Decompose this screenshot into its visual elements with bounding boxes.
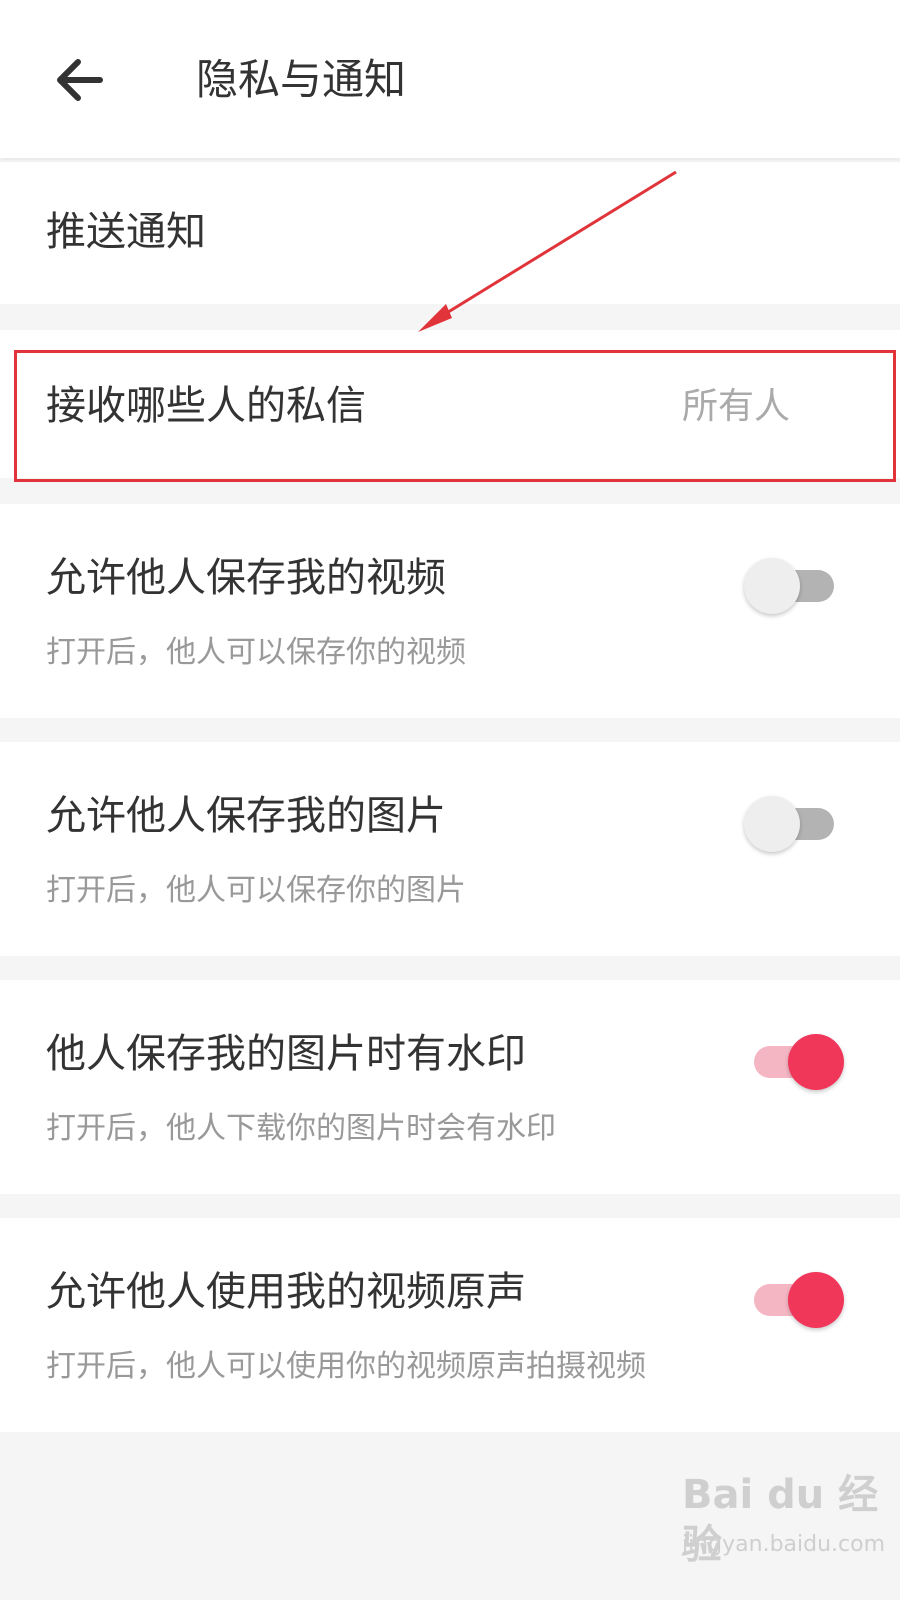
image-watermark-toggle[interactable] — [744, 1032, 844, 1092]
image-watermark-title: 他人保存我的图片时有水印 — [46, 1031, 526, 1077]
save-video-toggle[interactable] — [744, 556, 844, 616]
toggle-knob — [744, 796, 800, 852]
image-watermark-desc: 打开后，他人下载你的图片时会有水印 — [46, 1111, 556, 1146]
back-button[interactable] — [40, 40, 120, 120]
page-title: 隐私与通知 — [196, 55, 407, 104]
watermark-url: jingyan.baidu.com — [682, 1532, 886, 1557]
save-image-setting: 允许他人保存我的图片 打开后，他人可以保存你的图片 — [0, 742, 900, 956]
save-video-setting: 允许他人保存我的视频 打开后，他人可以保存你的视频 — [0, 504, 900, 718]
original-sound-setting: 允许他人使用我的视频原声 打开后，他人可以使用你的视频原声拍摄视频 — [0, 1218, 900, 1432]
push-notifications-label: 推送通知 — [46, 209, 206, 255]
page: 隐私与通知 推送通知 接收哪些人的私信 所有人 允许他人保存我的视频 打开后，他… — [0, 0, 900, 1600]
image-watermark-setting: 他人保存我的图片时有水印 打开后，他人下载你的图片时会有水印 — [0, 980, 900, 1194]
save-image-toggle[interactable] — [744, 794, 844, 854]
original-sound-title: 允许他人使用我的视频原声 — [46, 1269, 526, 1315]
toggle-knob — [788, 1272, 844, 1328]
original-sound-toggle[interactable] — [744, 1270, 844, 1330]
toggle-knob — [788, 1034, 844, 1090]
direct-message-permission-label: 接收哪些人的私信 — [46, 383, 366, 429]
baidu-jingyan-watermark: Bai du 经验 jingyan.baidu.com — [682, 1470, 886, 1580]
save-video-title: 允许他人保存我的视频 — [46, 555, 446, 601]
toggle-knob — [744, 558, 800, 614]
save-image-desc: 打开后，他人可以保存你的图片 — [46, 873, 466, 908]
direct-message-permission-value: 所有人 — [681, 386, 790, 427]
arrow-left-icon — [57, 59, 103, 101]
push-notifications-item[interactable]: 推送通知 — [0, 162, 900, 304]
direct-message-permission-item[interactable]: 接收哪些人的私信 所有人 — [0, 330, 900, 478]
save-video-desc: 打开后，他人可以保存你的视频 — [46, 635, 466, 670]
header-bar: 隐私与通知 — [0, 0, 900, 158]
save-image-title: 允许他人保存我的图片 — [46, 793, 446, 839]
original-sound-desc: 打开后，他人可以使用你的视频原声拍摄视频 — [46, 1349, 646, 1384]
